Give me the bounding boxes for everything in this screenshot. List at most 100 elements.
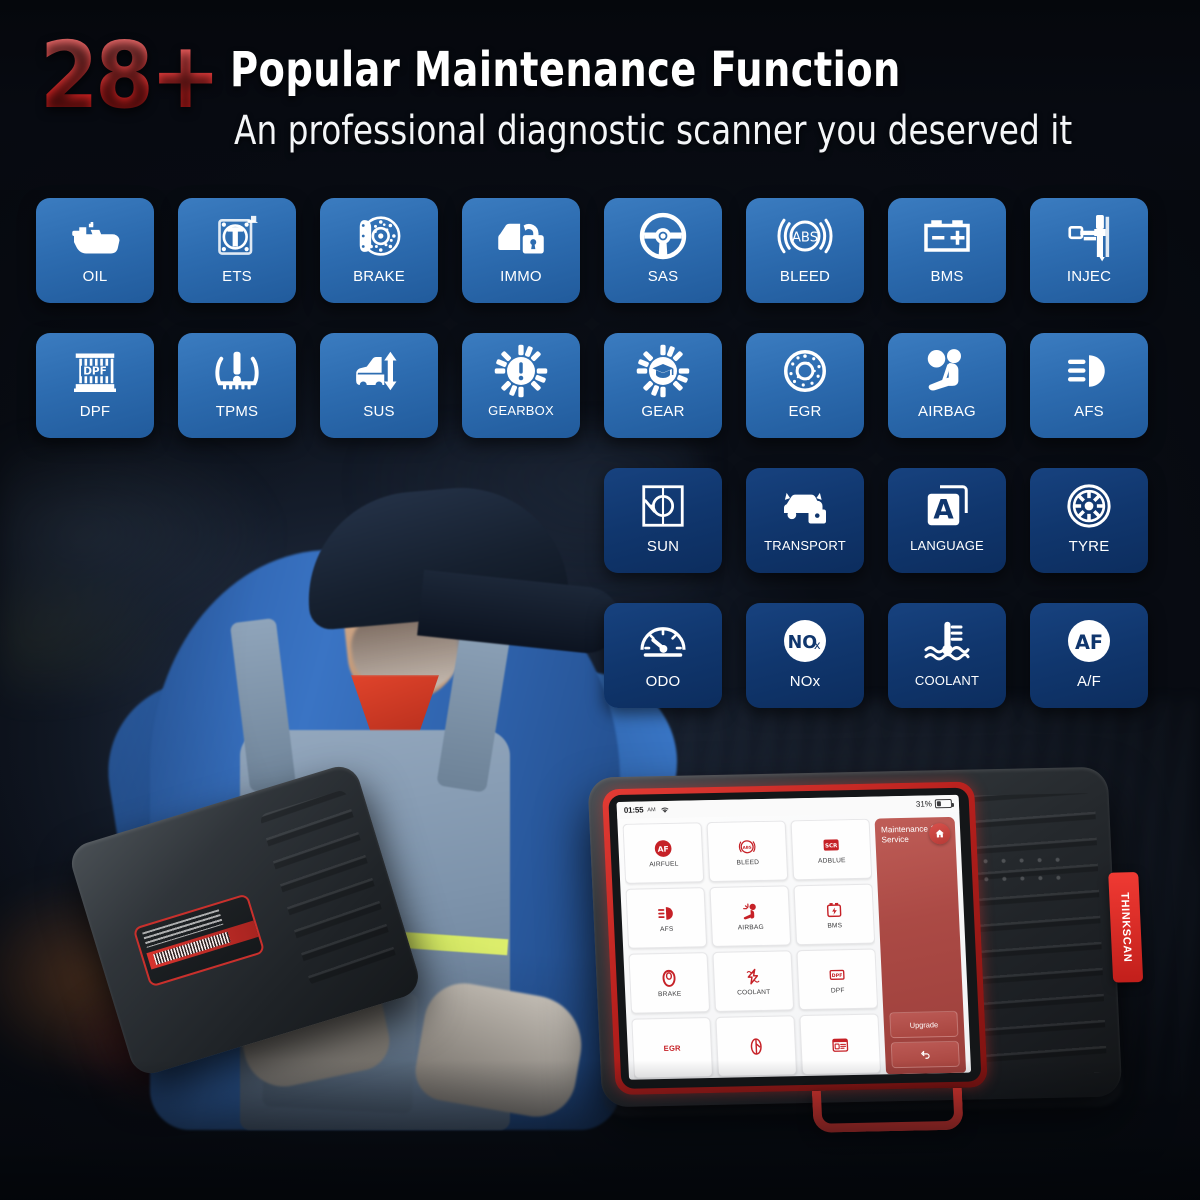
screen-function-label: BRAKE [657,990,682,998]
function-tile-immo[interactable]: IMMO [462,198,580,303]
function-tile-gear[interactable]: GEAR [604,333,722,438]
coolant-temp-icon [917,613,977,669]
svg-text:SCR: SCR [825,843,838,849]
screen-function-bms[interactable]: BMS [793,883,876,946]
brand-tab: THINKSCAN [1108,872,1144,983]
language-icon: A [917,478,977,534]
steering-wheel-icon [633,208,693,264]
function-tile-ets[interactable]: ETS [178,198,296,303]
scr-badge-icon: SCR [821,835,841,854]
gear-warning-icon [491,343,551,399]
function-tile-label: OIL [82,268,108,285]
function-tile-brake[interactable]: BRAKE [320,198,438,303]
function-tile-label: ODO [645,673,681,690]
svg-text:DPF: DPF [83,366,107,378]
odometer-icon [633,613,693,669]
screen-function-airbag[interactable]: AIRBAG [709,885,792,947]
function-tile-oil[interactable]: OIL [36,198,154,303]
screen-function-label: ADBLUE [817,856,846,865]
battery-fill [936,801,942,807]
wifi-icon [659,800,670,818]
upgrade-button[interactable]: Upgrade [889,1010,959,1039]
function-tile-gearbox[interactable]: GEARBOX [462,333,580,438]
function-tile-label: INJEC [1066,268,1112,285]
screen-function-grid: AF AIRFUEL ABS BLEED SCR ADBLUE AFS AIRBAG BMS BR… [622,818,882,1080]
battery-icon [824,900,844,919]
suspension-icon [349,343,409,399]
injector-icon [1059,208,1119,264]
function-tile-coolant[interactable]: COOLANT [888,603,1006,708]
function-tile-injec[interactable]: INJEC [1030,198,1148,303]
function-tile-label: DPF [79,403,111,420]
headlight-icon [1059,343,1119,399]
function-tile-transport[interactable]: TRANSPORT [746,468,864,573]
function-tile-sun[interactable]: SUN [604,468,722,573]
screen-side-panel: Maintenance & Service Upgrade [874,816,967,1075]
function-tile-odo[interactable]: ODO [604,603,722,708]
airbag-icon [740,902,760,921]
battery-icon [934,798,953,809]
abs-badge-icon: ABS [737,837,757,856]
function-tile-afs[interactable]: AFS [1030,333,1148,438]
foreground-shadow [0,1060,1200,1200]
throttle-body-icon [207,208,267,264]
function-tile-language[interactable]: A LANGUAGE [888,468,1006,573]
screen-function-brake[interactable]: BRAKE [628,952,711,1014]
function-tile-a-f[interactable]: AF A/F [1030,603,1148,708]
screen-function-coolant[interactable]: COOLANT [712,950,795,1012]
function-tile-label: BRAKE [353,268,405,285]
screen-function-adblue[interactable]: SCR ADBLUE [790,818,873,881]
svg-text:A: A [933,495,954,525]
screen-function-bleed[interactable]: ABS BLEED [706,820,789,883]
screen-function-label: AIRFUEL [649,860,679,868]
function-tile-nox[interactable]: NO x NOx [746,603,864,708]
function-tile-dpf[interactable]: DPF DPF [36,333,154,438]
function-tile-label: AIRBAG [918,403,976,420]
clock-time: 01:55 [623,805,644,815]
function-tile-label: COOLANT [914,673,980,688]
status-bar-right: 31% [915,798,953,809]
dpf-filter-icon: DPF [65,343,125,399]
screen-function-airfuel[interactable]: AF AIRFUEL [622,822,705,884]
function-tile-label: SUN [646,538,680,555]
function-tile-sas[interactable]: SAS [604,198,722,303]
tpms-icon [207,343,267,399]
screen-function-label: EGR [663,1043,681,1053]
screen-function-afs[interactable]: AFS [625,887,708,949]
function-tile-label: TPMS [215,403,259,420]
svg-text:DPF: DPF [832,972,843,978]
battery-percent-label: 31% [915,799,933,809]
svg-text:AF: AF [657,844,668,853]
oil-can-icon [65,208,125,264]
function-tile-label: GEAR [641,403,685,420]
screen-function-label: AIRBAG [737,923,765,931]
function-tile-tpms[interactable]: TPMS [178,333,296,438]
function-tile-bms[interactable]: BMS [888,198,1006,303]
screen-function-label: AFS [659,925,674,933]
injector-icon [746,1036,766,1055]
brake-icon [659,968,679,987]
function-tile-label: BLEED [779,268,831,285]
screen-function-dpf[interactable]: DPF DPF [796,948,879,1011]
function-tile-label: ETS [222,268,252,285]
device-screen[interactable]: 01:55 AM 31% AF AIRFUEL ABS BLEED SCR ADBLUE A… [616,794,972,1080]
function-tile-egr[interactable]: EGR [746,333,864,438]
svg-text:x: x [814,638,821,652]
brand-name: THINKSCAN [1118,892,1134,963]
coolant-icon [743,966,763,985]
af-badge-icon: AF [653,838,673,857]
gear-learn-icon [633,343,693,399]
sunroof-reset-icon [633,478,693,534]
home-icon[interactable] [928,823,951,845]
function-tile-tyre[interactable]: TYRE [1030,468,1148,573]
function-tile-label: NOx [789,673,821,690]
screen-function-label: COOLANT [736,988,771,996]
function-tile-sus[interactable]: SUS [320,333,438,438]
airbag-seat-icon [917,343,977,399]
function-tile-airbag[interactable]: AIRBAG [888,333,1006,438]
screen-function-label: BMS [827,921,843,930]
function-tile-bleed[interactable]: ABS BLEED [746,198,864,303]
egr-valve-icon [775,343,835,399]
function-tile-label: GEARBOX [488,403,554,418]
headlight-icon [656,903,676,922]
